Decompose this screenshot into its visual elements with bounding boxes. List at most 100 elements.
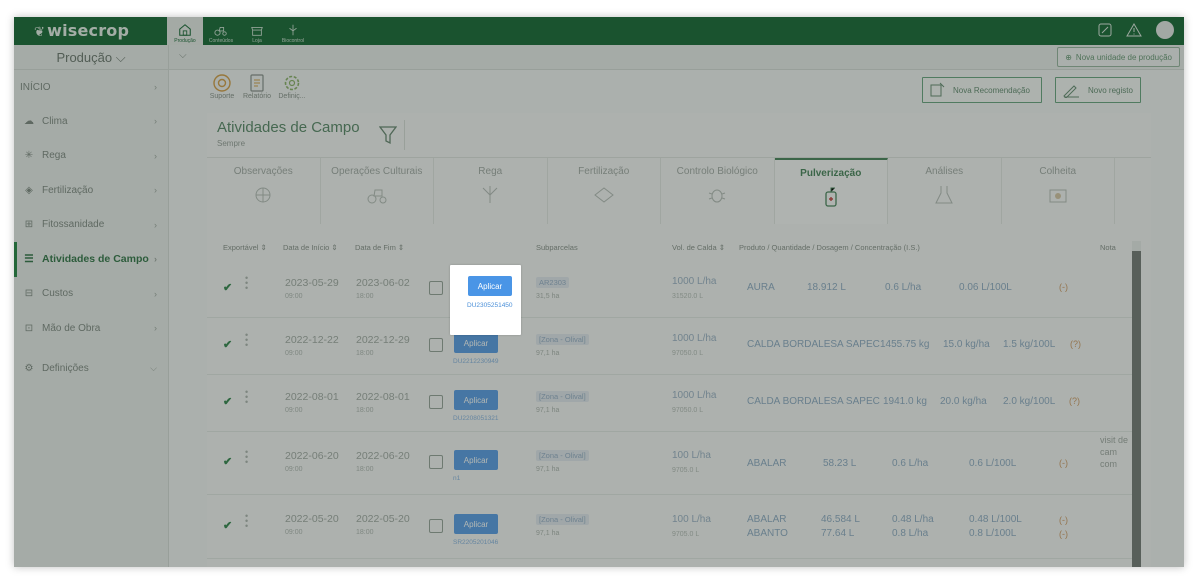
chevron-right-icon: › — [154, 254, 157, 265]
table-row[interactable]: ✔ • • • 2022-06-20 09:00 2022-06-20 18:00 … — [207, 432, 1132, 495]
scroll-up-arrow[interactable] — [1132, 241, 1141, 251]
chevron-right-icon: › — [154, 185, 157, 196]
production-select[interactable]: Produção ⌵ — [14, 45, 169, 70]
record-code[interactable]: n1 — [453, 475, 460, 482]
filter-button[interactable] — [371, 120, 405, 150]
nav-conteudos[interactable]: Conteúdos — [203, 17, 239, 45]
settings-tool[interactable]: Definiç... — [277, 73, 307, 100]
nav-loja[interactable]: Loja — [239, 17, 275, 45]
edit-icon[interactable] — [429, 281, 443, 295]
apply-button[interactable]: Aplicar — [454, 450, 498, 470]
new-recommendation-button[interactable]: Nova Recomendação — [922, 77, 1042, 103]
check-icon: ✔ — [223, 520, 233, 532]
sprinkler-icon — [482, 186, 498, 203]
sidebar-item-clima[interactable]: ☁ Clima › — [14, 104, 168, 139]
apply-button[interactable]: Aplicar — [454, 333, 498, 353]
biocontrol-icon — [289, 24, 297, 36]
edit-icon[interactable] — [429, 338, 443, 352]
nav-producao[interactable]: Produção — [167, 17, 203, 45]
table-row[interactable]: ✔ • • • 2022-12-22 09:00 2022-12-29 18:00 … — [207, 318, 1132, 375]
new-unit-button[interactable]: ⊕ Nova unidade de produção — [1057, 47, 1180, 67]
sprinkler-icon: ✳ — [24, 150, 34, 162]
sidebar: INÍCIO › ☁ Clima › ✳ Rega › ◈ Fertilização › ⊞ F… — [14, 70, 169, 567]
sidebar-item-atividades-de-campo[interactable]: ☰ Atividades de Campo › — [14, 242, 168, 277]
chevron-down-icon[interactable]: ⌵ — [179, 50, 187, 61]
edit-icon[interactable] — [429, 455, 443, 469]
edit-icon[interactable] — [429, 519, 443, 533]
report-tool[interactable]: Relatório — [242, 73, 272, 100]
sidebar-item-fitossanidade[interactable]: ⊞ Fitossanidade › — [14, 208, 168, 243]
table-row[interactable]: ✔ • • • 2022-08-01 09:00 2022-08-01 18:00 … — [207, 375, 1132, 432]
user-avatar[interactable] — [1156, 21, 1174, 39]
edit-icon[interactable] — [429, 395, 443, 409]
highlighted-apply-cell: Aplicar DU2305251450 — [450, 265, 521, 335]
table-row[interactable]: ✔ • • • 2022-05-20 09:00 2022-05-20 18:00 … — [207, 495, 1132, 559]
tab-observacoes[interactable]: Observações — [207, 158, 321, 224]
edit-note-icon[interactable] — [1098, 23, 1112, 37]
tab-controlo-biologico[interactable]: Controlo Biológico — [661, 158, 775, 224]
apply-button[interactable]: Aplicar — [468, 276, 512, 296]
plant-health-icon: ⊞ — [24, 219, 34, 231]
apply-button[interactable]: Aplicar — [454, 390, 498, 410]
chevron-right-icon: › — [154, 150, 157, 161]
table-row[interactable]: ✔ • • • 2023-05-29 09:00 2023-06-02 18:00 … — [207, 261, 1132, 318]
chevron-right-icon: › — [154, 323, 157, 334]
col-subparcels: Subparcelas — [536, 243, 578, 252]
gear-icon: ⚙ — [24, 363, 34, 375]
activity-tabs: Observações Operações Culturais Rega Fer… — [207, 157, 1151, 224]
col-end-date[interactable]: Data de Fim ⇕ — [355, 243, 404, 252]
warning-icon[interactable] — [1126, 23, 1142, 37]
col-exportable[interactable]: Exportável ⇕ — [223, 243, 267, 252]
kebab-menu-icon[interactable]: • • • — [245, 274, 249, 293]
record-code[interactable]: DU2208051321 — [453, 415, 499, 422]
fertilizer-icon: ◈ — [25, 184, 33, 196]
tab-operacoes-culturais[interactable]: Operações Culturais — [321, 158, 434, 224]
apply-button[interactable]: Aplicar — [454, 514, 498, 534]
observation-icon — [255, 187, 271, 203]
kebab-menu-icon[interactable]: • • • — [245, 448, 249, 467]
plus-circle-icon: ⊕ — [1065, 52, 1072, 62]
tab-analises[interactable]: Análises — [888, 158, 1002, 224]
top-nav: Produção Conteúdos Loja Biocontrol — [167, 17, 311, 45]
check-icon: ✔ — [223, 282, 233, 294]
check-icon: ✔ — [223, 396, 233, 408]
production-bar: Produção ⌵ ⌵ ⊕ Nova unidade de produção — [14, 45, 1184, 70]
filter-icon — [378, 126, 397, 145]
kebab-menu-icon[interactable]: • • • — [245, 388, 249, 407]
sidebar-item-custos[interactable]: ⊟ Custos › — [14, 277, 168, 312]
col-volume[interactable]: Vol. de Calda ⇕ — [672, 243, 725, 252]
fertilizer-bag-icon — [593, 187, 614, 203]
pencil-icon — [1063, 85, 1079, 98]
col-start-date[interactable]: Data de Início ⇕ — [283, 243, 338, 252]
gear-icon — [284, 75, 300, 91]
wisecrop-logo[interactable]: ❦ wisecrop — [34, 21, 129, 40]
record-code[interactable]: DU2305251450 — [467, 302, 513, 309]
sidebar-item-definicoes[interactable]: ⚙ Definições ⌵ — [14, 352, 168, 387]
kebab-menu-icon[interactable]: • • • — [245, 512, 249, 531]
tab-pulverizacao[interactable]: Pulverização — [774, 158, 888, 224]
tab-fertilizacao[interactable]: Fertilização — [548, 158, 661, 224]
clipboard-icon: ☰ — [24, 253, 34, 266]
date-range-label: Sempre — [217, 139, 246, 148]
tab-colheita[interactable]: Colheita — [1002, 158, 1115, 224]
app-window: ❦ wisecrop Produção Conteúdos Loja Biocon… — [14, 17, 1184, 567]
sidebar-item-inicio[interactable]: INÍCIO › — [14, 70, 168, 104]
nav-biocontrol[interactable]: Biocontrol — [275, 17, 311, 45]
record-code[interactable]: SR2205201046 — [453, 539, 498, 546]
sidebar-item-mao-de-obra[interactable]: ⊡ Mão de Obra › — [14, 311, 168, 346]
tab-rega[interactable]: Rega — [434, 158, 548, 224]
sidebar-item-fertilizacao[interactable]: ◈ Fertilização › — [14, 173, 168, 208]
table-scrollbar[interactable] — [1132, 241, 1141, 567]
support-tool[interactable]: Suporte — [207, 73, 237, 100]
toolbar: Suporte Relatório Definiç... Nova Recome… — [207, 73, 1144, 113]
money-icon: ⊟ — [24, 288, 34, 300]
page-title: Atividades de Campo — [217, 119, 360, 136]
record-code[interactable]: DU2212230949 — [453, 358, 499, 365]
new-record-button[interactable]: Novo registo — [1055, 77, 1141, 103]
table-header: Exportável ⇕ Data de Início ⇕ Data de Fi… — [207, 241, 1151, 257]
workers-icon: ⊡ — [24, 322, 34, 334]
harvest-icon — [1049, 189, 1067, 203]
col-notes: Nota — [1100, 243, 1116, 252]
kebab-menu-icon[interactable]: • • • — [245, 331, 249, 350]
sidebar-item-rega[interactable]: ✳ Rega › — [14, 139, 168, 174]
